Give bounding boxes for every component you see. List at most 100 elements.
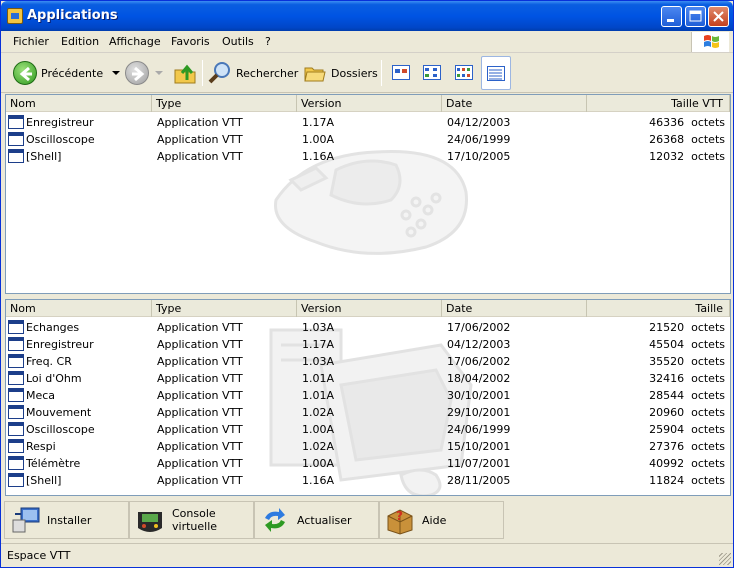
column-nom[interactable]: Nom (6, 300, 152, 317)
up-folder-button[interactable] (173, 58, 199, 88)
folders-label: Dossiers (331, 66, 378, 80)
resize-grip[interactable] (719, 553, 731, 565)
table-row[interactable]: Enregistreur Application VTT 1.17A 04/12… (6, 114, 730, 131)
status-text: Espace VTT (7, 549, 71, 562)
cell-size: 46336 octets (649, 116, 725, 129)
cell-date: 28/11/2005 (447, 474, 511, 487)
menu-bar: Fichier Edition Affichage Favoris Outils… (1, 31, 733, 53)
cell-size: 20960 octets (649, 406, 725, 419)
cell-date: 29/10/2001 (447, 406, 511, 419)
action-bar: Installer Console virtuelle Actualiser ?… (1, 500, 733, 540)
cell-size: 35520 octets (649, 355, 725, 368)
menu-fichier[interactable]: Fichier (13, 35, 49, 48)
windows-logo-icon (691, 32, 729, 52)
toolbar-separator (381, 60, 382, 86)
menu-help[interactable]: ? (265, 35, 271, 48)
view-details-button[interactable] (481, 56, 511, 90)
folders-icon (304, 67, 326, 82)
cell-version: 1.00A (302, 133, 335, 146)
cell-size: 26368 octets (649, 133, 725, 146)
application-icon (8, 115, 24, 129)
help-icon: ? (384, 504, 416, 536)
cell-name: [Shell] (26, 474, 62, 487)
cell-type: Application VTT (157, 150, 243, 163)
column-type[interactable]: Type (152, 95, 297, 112)
refresh-button[interactable]: Actualiser (254, 501, 379, 539)
back-arrow-icon (13, 61, 37, 85)
view-icons-button[interactable] (452, 62, 476, 84)
cell-name: Respi (26, 440, 56, 453)
table-row[interactable]: Télémètre Application VTT 1.00A 11/07/2001 4… (6, 455, 730, 472)
application-icon (8, 456, 24, 470)
application-icon (8, 149, 24, 163)
help-button[interactable]: ? Aide (379, 501, 504, 539)
menu-affichage[interactable]: Affichage (109, 35, 161, 48)
cell-type: Application VTT (157, 457, 243, 470)
maximize-button[interactable] (685, 6, 706, 27)
cell-size: 45504 octets (649, 338, 725, 351)
forward-button[interactable] (125, 58, 165, 88)
table-row[interactable]: Echanges Application VTT 1.03A 17/06/2002 21… (6, 319, 730, 336)
table-row[interactable]: [Shell] Application VTT 1.16A 28/11/2005 118… (6, 472, 730, 489)
column-nom[interactable]: Nom (6, 95, 152, 112)
title-bar[interactable]: Applications (1, 1, 733, 31)
table-row[interactable]: Mouvement Application VTT 1.02A 29/10/2001 2… (6, 404, 730, 421)
up-folder-icon (174, 64, 196, 84)
column-date[interactable]: Date (442, 300, 587, 317)
menu-edition[interactable]: Edition (61, 35, 99, 48)
table-row[interactable]: Oscilloscope Application VTT 1.00A 24/06… (6, 131, 730, 148)
chevron-down-icon (155, 71, 163, 75)
cell-type: Application VTT (157, 321, 243, 334)
column-type[interactable]: Type (152, 300, 297, 317)
table-row[interactable]: Enregistreur Application VTT 1.17A 04/12/20… (6, 336, 730, 353)
cell-size: 21520 octets (649, 321, 725, 334)
cell-name: Echanges (26, 321, 80, 334)
cell-version: 1.01A (302, 372, 335, 385)
close-button[interactable] (708, 6, 729, 27)
cell-date: 24/06/1999 (447, 423, 511, 436)
cell-type: Application VTT (157, 372, 243, 385)
table-row[interactable]: Freq. CR Application VTT 1.03A 17/06/2002 35… (6, 353, 730, 370)
cell-name: Mouvement (26, 406, 92, 419)
cell-version: 1.00A (302, 423, 335, 436)
application-icon (8, 439, 24, 453)
table-row[interactable]: [Shell] Application VTT 1.16A 17/10/2005… (6, 148, 730, 165)
install-button[interactable]: Installer (4, 501, 129, 539)
refresh-icon (259, 504, 291, 536)
table-row[interactable]: Respi Application VTT 1.02A 15/10/2001 27376… (6, 438, 730, 455)
menu-favoris[interactable]: Favoris (171, 35, 210, 48)
column-size[interactable]: Taille VTT (587, 95, 730, 112)
table-row[interactable]: Meca Application VTT 1.01A 30/10/2001 28544 … (6, 387, 730, 404)
minimize-icon (667, 19, 674, 22)
view-thumbnails-button[interactable] (389, 62, 413, 84)
column-version[interactable]: Version (297, 95, 442, 112)
column-version[interactable]: Version (297, 300, 442, 317)
cell-version: 1.02A (302, 406, 335, 419)
minimize-button[interactable] (661, 6, 682, 27)
cell-size: 32416 octets (649, 372, 725, 385)
cell-date: 04/12/2003 (447, 338, 511, 351)
view-tiles-button[interactable] (420, 62, 444, 84)
cell-name: Meca (26, 389, 56, 402)
search-button[interactable]: Rechercher (208, 58, 298, 88)
cell-date: 11/07/2001 (447, 457, 511, 470)
window-title: Applications (27, 8, 118, 23)
table-row[interactable]: Oscilloscope Application VTT 1.00A 24/06/19… (6, 421, 730, 438)
virtual-console-button[interactable]: Console virtuelle (129, 501, 254, 539)
folders-button[interactable]: Dossiers (303, 58, 378, 88)
table-row[interactable]: Loi d'Ohm Application VTT 1.01A 18/04/2002 3… (6, 370, 730, 387)
console-label: Console virtuelle (172, 507, 218, 533)
column-size[interactable]: Taille (587, 300, 730, 317)
cell-name: Enregistreur (26, 116, 94, 129)
cell-size: 40992 octets (649, 457, 725, 470)
menu-outils[interactable]: Outils (222, 35, 254, 48)
cell-type: Application VTT (157, 474, 243, 487)
cell-version: 1.17A (302, 116, 335, 129)
cell-name: Oscilloscope (26, 423, 95, 436)
application-icon (8, 473, 24, 487)
close-icon (713, 11, 724, 22)
cell-type: Application VTT (157, 133, 243, 146)
column-date[interactable]: Date (442, 95, 587, 112)
application-icon (8, 132, 24, 146)
back-button[interactable]: Précédente (13, 58, 123, 88)
